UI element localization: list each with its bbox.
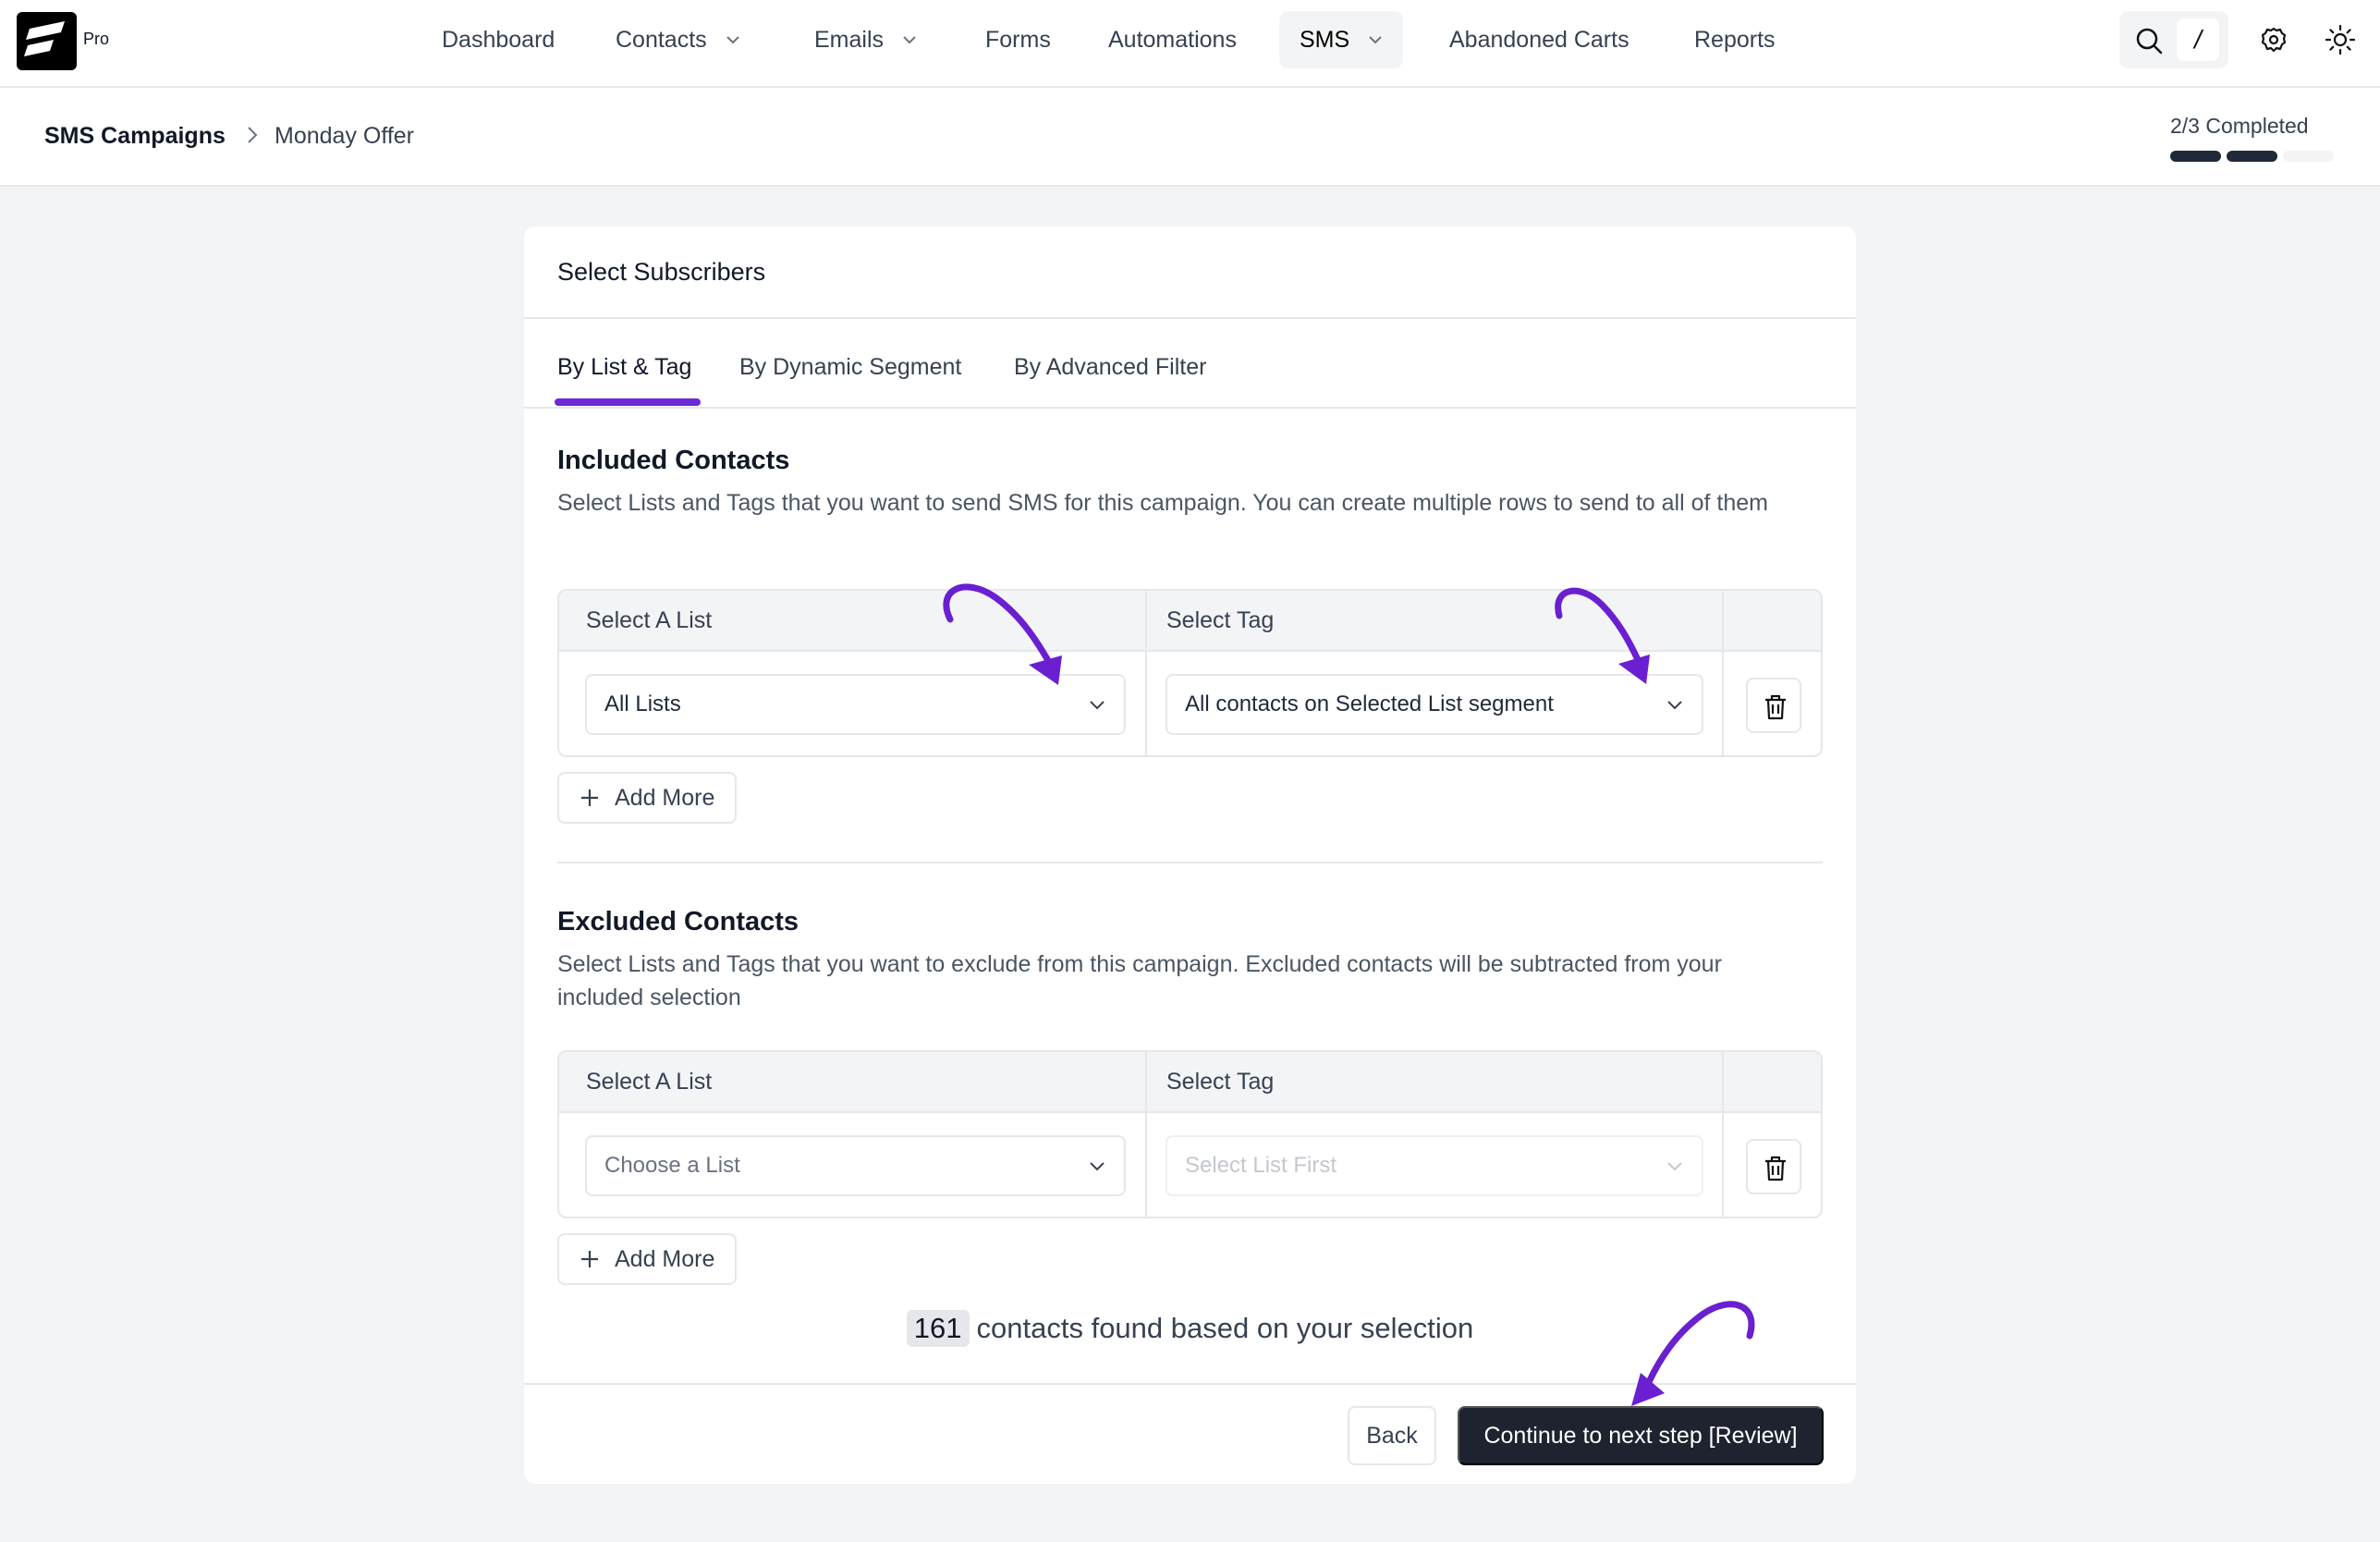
nav-item-forms[interactable]: Forms [985,11,1051,68]
breadcrumb-bar: SMS Campaigns Monday Offer 2/3 Completed [0,88,2380,187]
nav-label: Reports [1694,26,1776,53]
select-value: All contacts on Selected List segment [1185,691,1554,716]
excluded-title: Excluded Contacts [557,907,799,936]
button-label: Add More [615,1245,715,1272]
column-divider [1722,1052,1724,1217]
column-divider [1145,591,1147,755]
progress-label: 2/3 Completed [2170,114,2309,138]
app-root: Pro Dashboard Contacts Emails Forms Auto… [0,0,2380,1542]
nav-label: Contacts [616,26,707,53]
nav-label: Forms [985,26,1051,53]
chevron-right-icon [248,127,258,143]
select-placeholder: Choose a List [604,1153,740,1178]
contacts-count-badge: 161 [906,1310,970,1347]
nav-item-sms[interactable]: SMS [1279,11,1404,68]
col-label-list: Select A List [586,1069,713,1095]
included-description: Select Lists and Tags that you want to s… [557,490,1768,516]
nav-label: Emails [814,26,885,53]
chevron-down-icon [1090,701,1105,710]
column-divider [1722,591,1724,755]
delete-row-button[interactable] [1746,678,1801,733]
excluded-grid: Select A List Select Tag Choose a List S… [557,1050,1823,1218]
search-group[interactable]: / [2119,11,2228,68]
search-icon[interactable] [2135,27,2163,55]
included-add-more-button[interactable]: Add More [557,772,737,824]
segment-tabs: By List & Tag By Dynamic Segment By Adva… [524,319,1856,409]
pro-badge: Pro [83,30,110,48]
excluded-list-select[interactable]: Choose a List [585,1135,1126,1196]
sun-theme-icon[interactable] [2325,24,2356,55]
brand-logo[interactable] [17,12,77,70]
col-label-list: Select A List [586,607,713,633]
select-placeholder: Select List First [1185,1153,1337,1178]
card-title: Select Subscribers [557,258,766,286]
nav-item-emails[interactable]: Emails [814,11,917,68]
annotation-arrow-icon [1555,587,1650,684]
nav-item-automations[interactable]: Automations [1108,11,1237,68]
top-navbar: Pro Dashboard Contacts Emails Forms Auto… [0,0,2380,88]
nav-label: Abandoned Carts [1449,26,1629,53]
progress-step-1 [2170,151,2221,162]
chevron-down-icon [903,36,916,44]
nav-item-dashboard[interactable]: Dashboard [442,11,555,68]
breadcrumb-root-link[interactable]: SMS Campaigns [44,123,226,150]
column-divider [1145,1052,1147,1217]
included-title: Included Contacts [557,446,790,475]
chevron-down-icon [1090,1162,1105,1171]
annotation-arrow-icon [1631,1301,1755,1406]
section-divider [557,862,1823,863]
card-header: Select Subscribers [524,226,1856,319]
shortcut-key: / [2177,18,2219,61]
chevron-down-icon [1369,36,1382,44]
select-value: All Lists [604,691,681,716]
logo-mark-icon [24,21,65,56]
nav-label: Dashboard [442,26,555,53]
select-subscribers-card: Select Subscribers By List & Tag By Dyna… [524,226,1856,1484]
button-label: Add More [615,784,715,811]
annotation-arrow-icon [943,583,1062,685]
plus-icon [581,1251,598,1267]
settings-gear-icon[interactable] [2260,26,2288,54]
excluded-description: Select Lists and Tags that you want to e… [557,951,1722,1010]
nav-label: SMS [1300,26,1350,53]
chevron-down-icon [1667,701,1682,710]
excluded-add-more-button[interactable]: Add More [557,1233,737,1285]
chevron-down-icon [726,36,739,44]
active-tab-indicator [555,398,701,406]
continue-next-step-button[interactable]: Continue to next step [Review] [1458,1406,1824,1465]
col-label-tag: Select Tag [1166,607,1275,633]
progress-step-3 [2283,151,2334,162]
breadcrumb-current: Monday Offer [275,123,415,149]
tab-by-dynamic-segment[interactable]: By Dynamic Segment [739,354,961,381]
nav-item-abandoned-carts[interactable]: Abandoned Carts [1449,11,1629,68]
nav-label: Automations [1108,26,1237,53]
back-button[interactable]: Back [1348,1406,1436,1465]
tab-by-list-tag[interactable]: By List & Tag [557,354,691,381]
nav-item-reports[interactable]: Reports [1694,11,1776,68]
step-progress [2170,151,2335,162]
col-label-tag: Select Tag [1166,1069,1275,1095]
trash-icon [1765,694,1786,720]
trash-icon [1765,1156,1786,1181]
summary-text: contacts found based on your selection [976,1312,1474,1344]
delete-row-button[interactable] [1746,1139,1801,1194]
excluded-tag-select: Select List First [1166,1135,1703,1196]
nav-item-contacts[interactable]: Contacts [616,11,740,68]
chevron-down-icon [1667,1162,1682,1171]
tab-by-advanced-filter[interactable]: By Advanced Filter [1014,354,1206,381]
progress-step-2 [2227,151,2277,162]
plus-icon [581,789,598,806]
